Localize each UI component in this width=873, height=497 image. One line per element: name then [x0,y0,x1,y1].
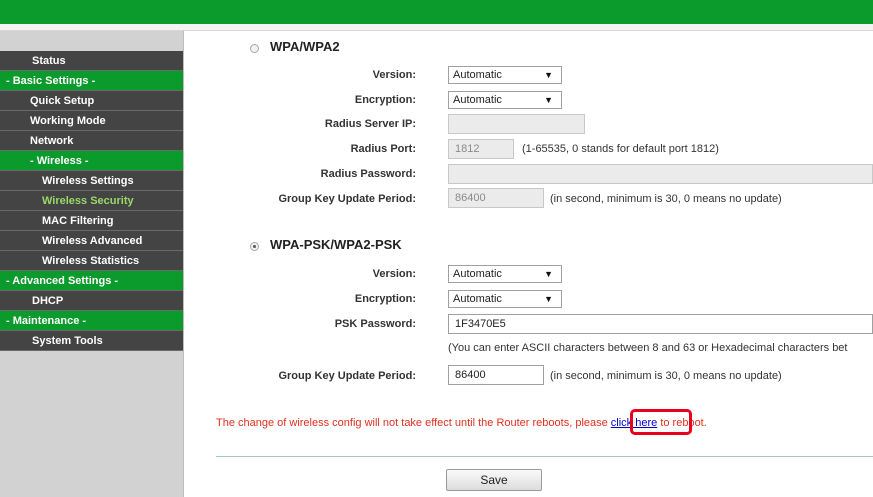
psk-encryption-select[interactable]: Automatic ▼ [448,290,562,308]
wpa-section-title: WPA/WPA2 [270,39,340,54]
wpa-group-key-label: Group Key Update Period: [278,193,416,205]
radius-password-label: Radius Password: [320,168,416,180]
radius-port-input[interactable]: 1812 [448,139,514,159]
chevron-down-icon: ▼ [544,294,553,304]
psk-version-select[interactable]: Automatic ▼ [448,265,562,283]
chevron-down-icon: ▼ [544,269,553,279]
psk-password-label: PSK Password: [334,318,416,330]
psk-encryption-value: Automatic [453,293,502,305]
wpa-radio[interactable] [250,44,259,53]
wpa-encryption-label: Encryption: [354,94,416,106]
sidebar-section-advanced-settings[interactable]: - Advanced Settings - [0,271,183,291]
psk-encryption-label: Encryption: [354,293,416,305]
psk-version-value: Automatic [453,268,502,280]
sidebar-item-mac-filtering[interactable]: MAC Filtering [0,211,183,231]
radius-ip-input[interactable] [448,114,585,134]
psk-radio[interactable] [250,242,259,251]
highlight-box [630,409,692,435]
header-bar [0,0,873,24]
radius-port-label: Radius Port: [350,143,416,155]
header-divider [0,24,873,31]
wpa-encryption-value: Automatic [453,94,502,106]
wpa-version-label: Version: [372,69,416,81]
sidebar-item-working-mode[interactable]: Working Mode [0,111,183,131]
wpa-encryption-select[interactable]: Automatic ▼ [448,91,562,109]
wpa-version-value: Automatic [453,69,502,81]
wpa-version-select[interactable]: Automatic ▼ [448,66,562,84]
sidebar-item-wireless[interactable]: - Wireless - [0,151,183,171]
psk-section-title: WPA-PSK/WPA2-PSK [270,237,402,252]
radius-ip-label: Radius Server IP: [324,118,416,130]
sidebar-item-status[interactable]: Status [0,51,183,71]
sidebar-item-quick-setup[interactable]: Quick Setup [0,91,183,111]
sidebar-item-wireless-statistics[interactable]: Wireless Statistics [0,251,183,271]
sidebar-section-basic-settings[interactable]: - Basic Settings - [0,71,183,91]
psk-version-label: Version: [372,268,416,280]
wpa-group-key-input[interactable]: 86400 [448,188,544,208]
radius-port-hint: (1-65535, 0 stands for default port 1812… [522,143,719,155]
psk-group-key-label: Group Key Update Period: [278,370,416,382]
psk-password-input[interactable]: 1F3470E5 [448,314,873,334]
main-content: WPA/WPA2 Version: Automatic ▼ Encryption… [184,31,873,497]
sidebar-item-dhcp[interactable]: DHCP [0,291,183,311]
psk-password-hint: (You can enter ASCII characters between … [448,342,848,354]
chevron-down-icon: ▼ [544,70,553,80]
reboot-notice-text: The change of wireless config will not t… [216,417,611,429]
sidebar-item-wireless-security[interactable]: Wireless Security [0,191,183,211]
sidebar-item-network[interactable]: Network [0,131,183,151]
sidebar-section-maintenance[interactable]: - Maintenance - [0,311,183,331]
psk-group-key-input[interactable]: 86400 [448,365,544,385]
sidebar-item-system-tools[interactable]: System Tools [0,331,183,351]
psk-group-key-hint: (in second, minimum is 30, 0 means no up… [550,370,782,382]
sidebar-item-wireless-settings[interactable]: Wireless Settings [0,171,183,191]
content-divider [216,456,873,457]
save-button[interactable]: Save [446,469,542,491]
sidebar-item-wireless-advanced[interactable]: Wireless Advanced [0,231,183,251]
wpa-group-key-hint: (in second, minimum is 30, 0 means no up… [550,193,782,205]
radius-password-input[interactable] [448,164,873,184]
chevron-down-icon: ▼ [544,95,553,105]
sidebar: Status - Basic Settings - Quick Setup Wo… [0,31,184,497]
